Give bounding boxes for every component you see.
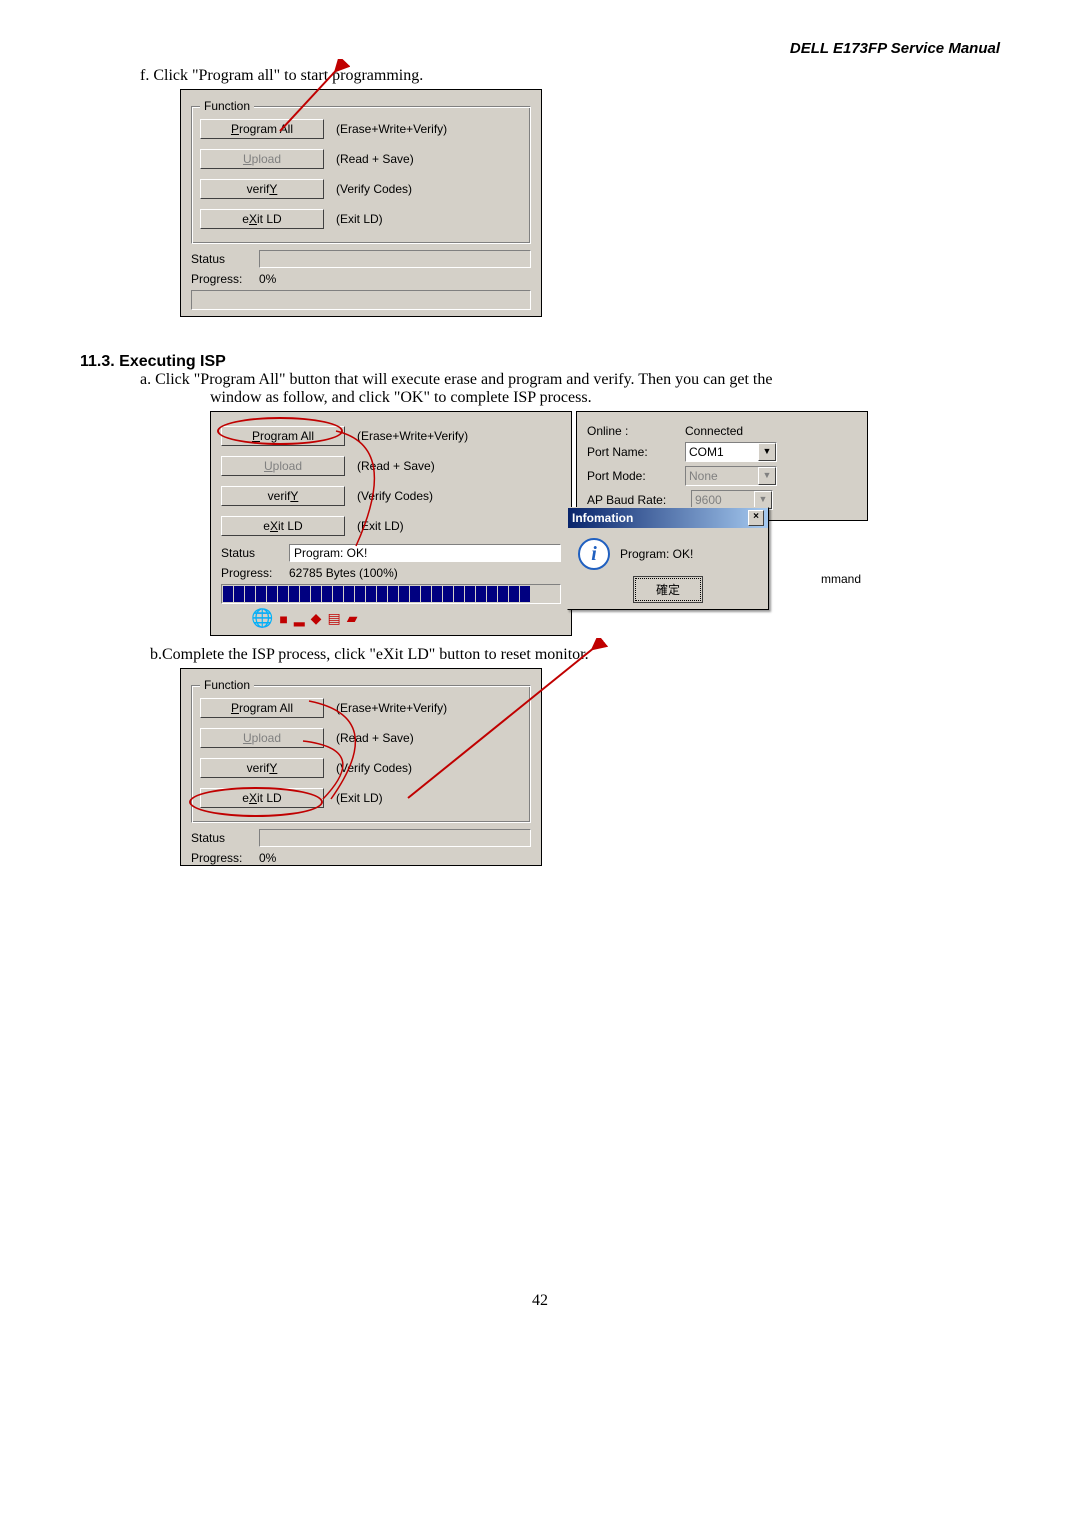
page-number: 42	[80, 1292, 1000, 1310]
callout-swoosh-1	[331, 426, 441, 559]
portmode-combo: None ▼	[685, 466, 777, 486]
step-a-text-1: a. Click "Program All" button that will …	[140, 371, 1000, 389]
taskbar-icon: ■	[279, 611, 287, 627]
callout-arrow-1	[260, 59, 350, 149]
progress-label: Progress:	[191, 272, 253, 286]
upload-desc: (Read + Save)	[336, 152, 414, 166]
msgbox-title: Infomation	[572, 511, 633, 525]
msgbox-text: Program: OK!	[620, 547, 693, 561]
progress-bar-full	[221, 584, 561, 604]
online-value: Connected	[685, 424, 743, 438]
portmode-label: Port Mode:	[587, 469, 677, 483]
progress-value: 0%	[259, 272, 276, 286]
exit-ld-button[interactable]: eXit LD	[200, 209, 324, 229]
screenshot-1: Function Program All (Erase+Write+Verify…	[180, 89, 542, 317]
program-all-button[interactable]: Program All	[221, 426, 345, 446]
progress-bar	[191, 290, 531, 310]
step-a-text-2: window as follow, and click "OK" to comp…	[210, 389, 1000, 407]
status-field	[259, 829, 531, 847]
verify-desc: (Verify Codes)	[336, 182, 412, 196]
section-title: 11.3. Executing ISP	[80, 353, 1000, 371]
portname-label: Port Name:	[587, 445, 677, 459]
verify-button[interactable]: verifY	[200, 179, 324, 199]
function-legend: Function	[200, 678, 254, 692]
chevron-down-icon: ▼	[758, 467, 776, 485]
upload-button: Upload	[200, 149, 324, 169]
upload-button: Upload	[221, 456, 345, 476]
ok-button[interactable]: 確定	[635, 578, 701, 601]
cutoff-text: mmand	[821, 572, 861, 586]
comm-settings-panel: Online : Connected Port Name: COM1 ▼ Por…	[576, 411, 868, 521]
screenshot-3: Function Program All (Erase+Write+Verify…	[180, 668, 542, 866]
progress-value: 62785 Bytes (100%)	[289, 566, 398, 580]
close-icon[interactable]: ×	[748, 510, 764, 526]
function-legend: Function	[200, 99, 254, 113]
baud-label: AP Baud Rate:	[587, 493, 683, 507]
exit-ld-button[interactable]: eXit LD	[221, 516, 345, 536]
exit-desc: (Exit LD)	[336, 212, 383, 226]
document-header: DELL E173FP Service Manual	[80, 40, 1000, 57]
portname-combo[interactable]: COM1 ▼	[685, 442, 777, 462]
chevron-down-icon[interactable]: ▼	[758, 443, 776, 461]
info-msgbox: Infomation × i Program: OK! 確定	[567, 507, 769, 610]
globe-icon: 🌐	[251, 608, 273, 629]
verify-button[interactable]: verifY	[221, 486, 345, 506]
status-label: Status	[191, 252, 253, 266]
online-label: Online :	[587, 424, 677, 438]
progress-value: 0%	[259, 851, 276, 865]
info-icon: i	[578, 538, 610, 570]
taskbar-icons: 🌐 ■ ▂ ◆ ▤ ▰	[221, 608, 561, 629]
status-field	[259, 250, 531, 268]
program-all-desc: (Erase+Write+Verify)	[336, 122, 447, 136]
callout-arrow-3	[390, 638, 610, 808]
screenshot-2: Program All (Erase+Write+Verify) Upload …	[210, 411, 1000, 636]
